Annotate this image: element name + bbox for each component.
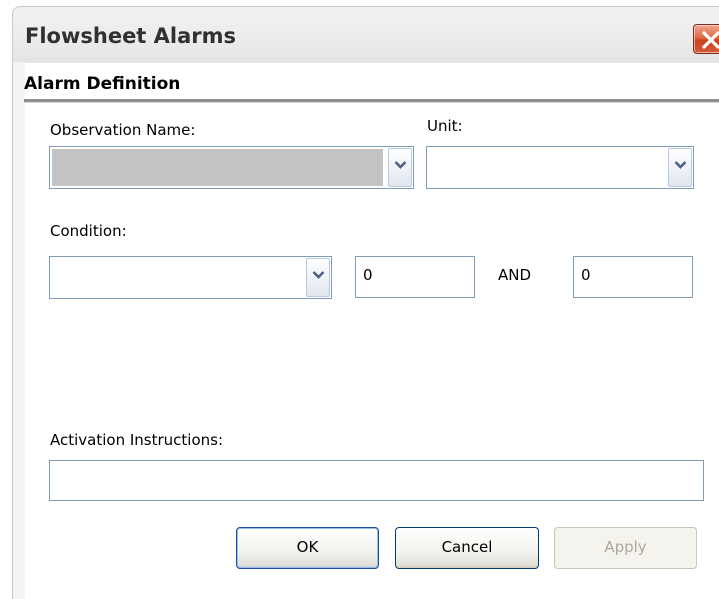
unit-dropdown-button[interactable] [668, 148, 692, 187]
condition-dropdown-button[interactable] [306, 258, 330, 297]
close-icon [702, 31, 719, 49]
activation-instructions-input[interactable] [49, 460, 704, 501]
condition-max-input[interactable]: 0 [573, 256, 693, 298]
and-label: AND [498, 266, 532, 284]
condition-label: Condition: [50, 222, 127, 240]
observation-dropdown-button[interactable] [388, 148, 412, 187]
chevron-down-icon [674, 161, 687, 169]
condition-value [52, 259, 301, 296]
close-button[interactable] [693, 24, 719, 54]
cancel-button[interactable]: Cancel [395, 527, 539, 569]
unit-dropdown[interactable] [426, 146, 694, 189]
observation-name-dropdown[interactable] [49, 146, 414, 189]
chevron-down-icon [394, 161, 407, 169]
dialog-left-border [12, 62, 25, 599]
title-bar: Flowsheet Alarms [12, 6, 719, 63]
ok-button[interactable]: OK [236, 527, 379, 569]
activation-instructions-label: Activation Instructions: [50, 431, 224, 449]
dialog-title: Flowsheet Alarms [25, 24, 237, 48]
section-title: Alarm Definition [24, 74, 181, 94]
unit-value [429, 149, 663, 186]
condition-dropdown[interactable] [49, 256, 332, 299]
observation-name-label: Observation Name: [50, 121, 196, 139]
section-divider [24, 99, 719, 103]
chevron-down-icon [312, 271, 325, 279]
flowsheet-alarms-dialog: Flowsheet Alarms Alarm Definition Observ… [0, 0, 719, 599]
apply-button[interactable]: Apply [554, 527, 697, 569]
observation-name-value [52, 149, 383, 186]
unit-label: Unit: [427, 117, 463, 135]
condition-min-input[interactable]: 0 [355, 256, 475, 298]
